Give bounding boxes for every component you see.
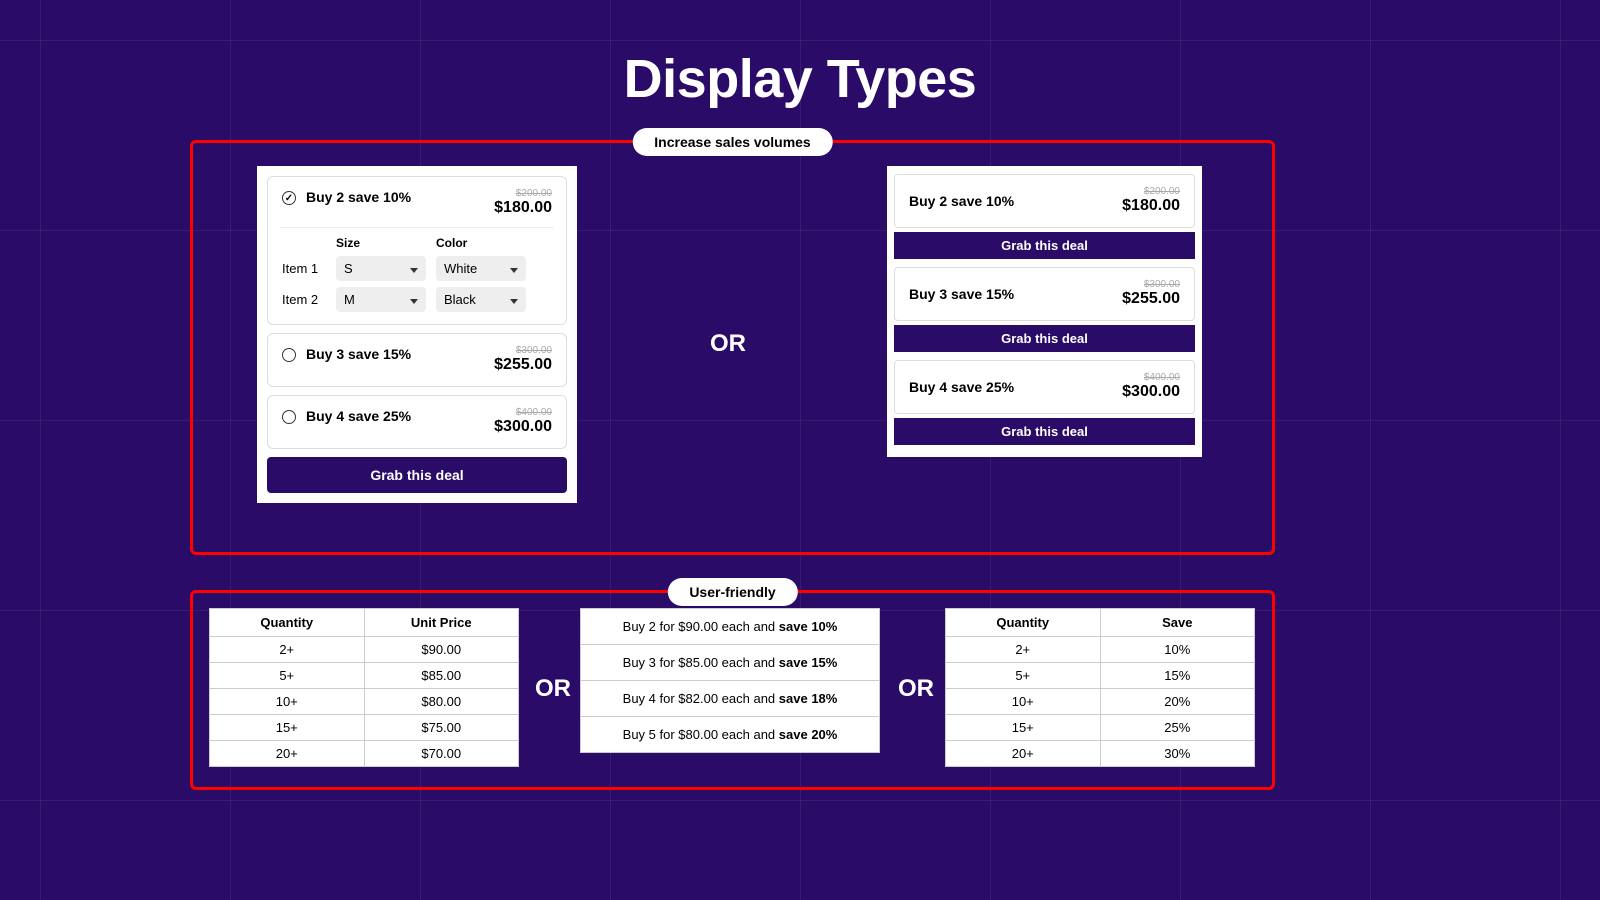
size-select[interactable]: S: [336, 256, 426, 281]
bundle-card-radio: Buy 2 save 10% $200.00 $180.00 Size Colo…: [257, 166, 577, 503]
old-price: $200.00: [1122, 187, 1180, 197]
bundle-option[interactable]: Buy 4 save 25% $400.00 $300.00: [267, 395, 567, 449]
section-label-top: Increase sales volumes: [632, 128, 832, 156]
option-label: Buy 4 save 25%: [306, 408, 484, 424]
price: $300.00: [1122, 383, 1180, 401]
chevron-down-icon: [410, 292, 418, 307]
price: $255.00: [1122, 290, 1180, 308]
old-price: $300.00: [1122, 280, 1180, 290]
old-price: $400.00: [1122, 373, 1180, 383]
bundle-tile: Buy 4 save 25% $400.00 $300.00: [894, 360, 1195, 414]
tile-label: Buy 2 save 10%: [909, 193, 1014, 209]
list-item: Buy 5 for $80.00 each and save 20%: [580, 717, 880, 753]
bundle-option[interactable]: Buy 3 save 15% $300.00 $255.00: [267, 333, 567, 387]
table-row: 5+15%: [945, 663, 1255, 689]
chevron-down-icon: [410, 261, 418, 276]
table-row: 15+$75.00: [209, 715, 519, 741]
radio-icon[interactable]: [282, 410, 296, 424]
or-separator: OR: [535, 675, 571, 703]
table-row: 2+10%: [945, 637, 1255, 663]
tile-label: Buy 4 save 25%: [909, 379, 1014, 395]
radio-icon[interactable]: [282, 348, 296, 362]
section-label-bottom: User-friendly: [667, 578, 797, 606]
table-row: 2+$90.00: [209, 637, 519, 663]
table-header: QuantitySave: [945, 608, 1255, 637]
or-separator: OR: [710, 330, 746, 358]
price: $300.00: [494, 418, 552, 436]
bundle-tile: Buy 2 save 10% $200.00 $180.00: [894, 174, 1195, 228]
table-row: 15+25%: [945, 715, 1255, 741]
price: $180.00: [1122, 197, 1180, 215]
sentence-list: Buy 2 for $90.00 each and save 10% Buy 3…: [580, 608, 880, 753]
list-item: Buy 2 for $90.00 each and save 10%: [580, 608, 880, 645]
or-separator: OR: [898, 675, 934, 703]
table-row: 10+$80.00: [209, 689, 519, 715]
radio-checked-icon[interactable]: [282, 191, 296, 205]
grab-deal-button[interactable]: Grab this deal: [894, 418, 1195, 445]
table-quantity-save: QuantitySave 2+10% 5+15% 10+20% 15+25% 2…: [945, 608, 1255, 767]
color-select[interactable]: Black: [436, 287, 526, 312]
old-price: $200.00: [494, 189, 552, 199]
table-row: 5+$85.00: [209, 663, 519, 689]
grab-deal-button[interactable]: Grab this deal: [894, 325, 1195, 352]
table-quantity-price: QuantityUnit Price 2+$90.00 5+$85.00 10+…: [209, 608, 519, 767]
color-select[interactable]: White: [436, 256, 526, 281]
old-price: $300.00: [494, 346, 552, 356]
price: $255.00: [494, 356, 552, 374]
tile-label: Buy 3 save 15%: [909, 286, 1014, 302]
old-price: $400.00: [494, 408, 552, 418]
variant-row: Item 2 M Black: [282, 287, 552, 312]
grab-deal-button[interactable]: Grab this deal: [894, 232, 1195, 259]
list-item: Buy 3 for $85.00 each and save 15%: [580, 645, 880, 681]
item-label: Item 2: [282, 292, 326, 307]
option-label: Buy 2 save 10%: [306, 189, 484, 205]
table-row: 10+20%: [945, 689, 1255, 715]
price: $180.00: [494, 199, 552, 217]
chevron-down-icon: [510, 292, 518, 307]
item-label: Item 1: [282, 261, 326, 276]
list-item: Buy 4 for $82.00 each and save 18%: [580, 681, 880, 717]
variant-row: Item 1 S White: [282, 256, 552, 281]
table-row: 20+30%: [945, 741, 1255, 767]
chevron-down-icon: [510, 261, 518, 276]
size-select[interactable]: M: [336, 287, 426, 312]
bundle-card-buttons: Buy 2 save 10% $200.00 $180.00 Grab this…: [887, 166, 1202, 457]
grab-deal-button[interactable]: Grab this deal: [267, 457, 567, 493]
table-row: 20+$70.00: [209, 741, 519, 767]
variant-headers: Size Color: [282, 236, 552, 250]
bundle-option[interactable]: Buy 2 save 10% $200.00 $180.00 Size Colo…: [267, 176, 567, 325]
option-label: Buy 3 save 15%: [306, 346, 484, 362]
table-header: QuantityUnit Price: [209, 608, 519, 637]
bundle-tile: Buy 3 save 15% $300.00 $255.00: [894, 267, 1195, 321]
